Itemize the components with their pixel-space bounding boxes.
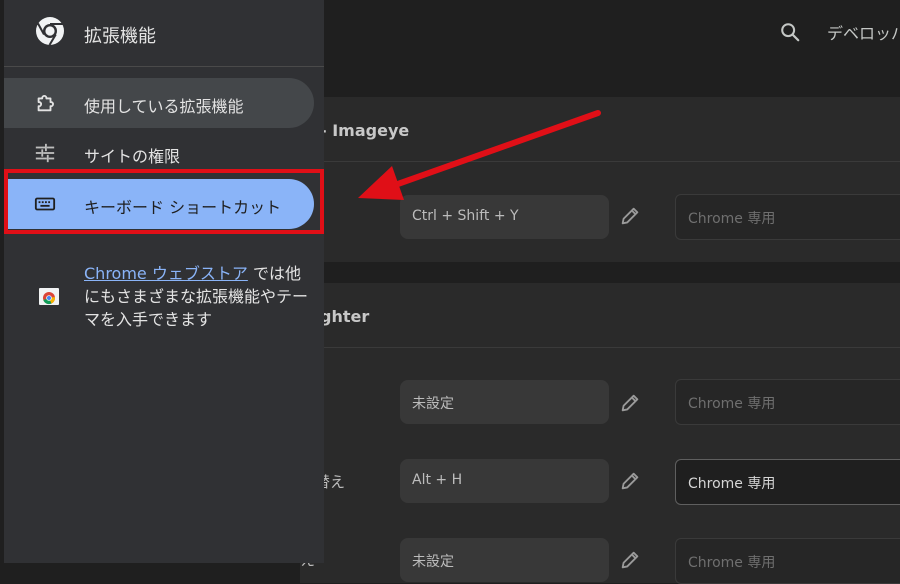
extension-card-imageye: - Imageye る Ctrl + Shift + Y Chrome 専用 bbox=[300, 97, 900, 262]
shortcut-value: 未設定 bbox=[412, 396, 454, 412]
nav-item-label: サイトの権限 bbox=[84, 147, 181, 166]
pencil-icon[interactable] bbox=[619, 392, 641, 414]
chrome-web-store-link[interactable]: Chrome ウェブストア bbox=[84, 264, 248, 283]
shortcut-value: 未設定 bbox=[412, 554, 454, 570]
developer-mode-label: デベロッパー bbox=[827, 24, 900, 43]
shortcut-input[interactable]: 未設定 bbox=[400, 538, 609, 582]
nav-item-extensions[interactable]: 使用している拡張機能 bbox=[4, 78, 314, 128]
scope-value: Chrome 専用 bbox=[688, 476, 776, 492]
puzzle-icon bbox=[37, 95, 54, 112]
extension-card-title: ghter bbox=[320, 307, 370, 326]
pencil-icon[interactable] bbox=[619, 470, 641, 492]
scope-value: Chrome 専用 bbox=[688, 396, 776, 412]
drawer-title: 拡張機能 bbox=[84, 26, 156, 47]
side-drawer: 拡張機能 使用している拡張機能 サイトの権限 キーボード ショートカット Chr… bbox=[4, 0, 324, 563]
web-store-promo: Chrome ウェブストア では他にもさまざまな拡張機能やテーマを入手できます bbox=[84, 262, 309, 331]
card-divider bbox=[300, 347, 900, 348]
scope-value: Chrome 専用 bbox=[688, 211, 776, 227]
scope-select[interactable]: Chrome 専用 bbox=[675, 194, 900, 240]
shortcut-input[interactable]: Ctrl + Shift + Y bbox=[400, 195, 609, 239]
sliders-icon bbox=[35, 143, 55, 163]
shortcut-input[interactable]: 未設定 bbox=[400, 380, 609, 424]
extension-card-title: - Imageye bbox=[320, 121, 410, 140]
scope-select[interactable]: Chrome 専用 bbox=[675, 379, 900, 425]
shortcut-input[interactable]: Alt + H bbox=[400, 459, 609, 503]
search-icon[interactable] bbox=[779, 21, 801, 43]
nav-item-label: 使用している拡張機能 bbox=[84, 97, 244, 116]
scope-value: Chrome 専用 bbox=[688, 555, 776, 571]
drawer-header: 拡張機能 bbox=[4, 0, 324, 66]
chrome-web-store-icon bbox=[39, 288, 59, 305]
scope-select[interactable]: Chrome 専用 bbox=[675, 459, 900, 505]
pencil-icon[interactable] bbox=[619, 205, 641, 227]
scope-select[interactable]: Chrome 専用 bbox=[675, 538, 900, 584]
drawer-divider bbox=[4, 66, 324, 67]
shortcut-value: Alt + H bbox=[412, 472, 463, 488]
pencil-icon[interactable] bbox=[619, 549, 641, 571]
annotation-highlight-box bbox=[4, 169, 324, 234]
extension-card-highlighter: ghter る 未設定 Chrome 専用 り替え Alt + H Chrome… bbox=[300, 283, 900, 584]
shortcut-value: Ctrl + Shift + Y bbox=[412, 208, 519, 224]
card-divider bbox=[300, 161, 900, 162]
chrome-logo-icon bbox=[36, 17, 64, 46]
